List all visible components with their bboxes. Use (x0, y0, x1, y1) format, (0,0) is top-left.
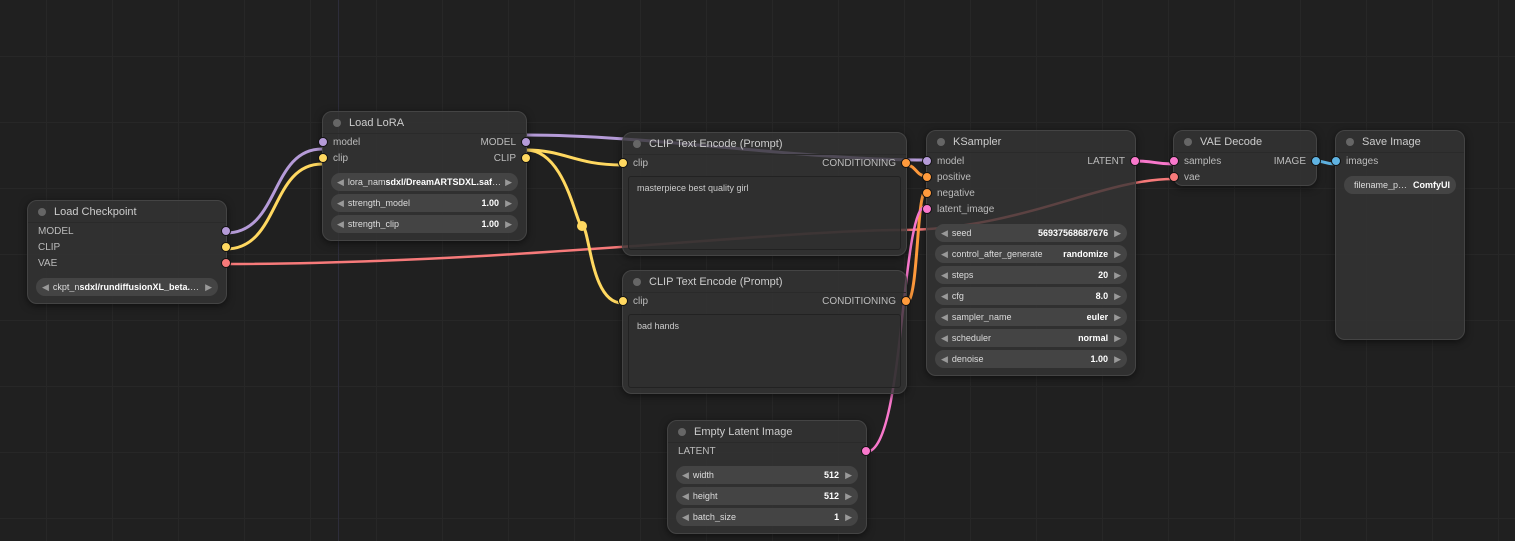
node-vae-decode[interactable]: VAE Decode samples IMAGE vae (1173, 130, 1317, 186)
widget-scheduler[interactable]: ◀schedulernormal▶ (935, 329, 1127, 347)
port-clip[interactable] (221, 242, 231, 252)
widget-seed[interactable]: ◀seed56937568687676▶ (935, 224, 1127, 242)
widget-cfg[interactable]: ◀cfg8.0▶ (935, 287, 1127, 305)
input-clip-label: clip (633, 296, 648, 307)
node-title: VAE Decode (1200, 136, 1262, 148)
port-latent[interactable] (1130, 156, 1140, 166)
chevron-right-icon: ▶ (205, 282, 212, 293)
output-clip-label: CLIP (38, 242, 60, 253)
widget-ckpt-name[interactable]: ◀ ckpt_nsdxl/rundiffusionXL_beta.safeten… (36, 278, 218, 296)
output-image-label: IMAGE (1274, 156, 1306, 167)
port-clip-in[interactable] (618, 296, 628, 306)
port-clip-in[interactable] (618, 158, 628, 168)
node-empty-latent-image[interactable]: Empty Latent Image LATENT ◀width512▶ ◀he… (667, 420, 867, 534)
port-latent-in[interactable] (922, 204, 932, 214)
port-model[interactable] (922, 156, 932, 166)
node-load-lora[interactable]: Load LoRA model MODEL clip CLIP ◀lora_nams… (322, 111, 527, 241)
widget-height[interactable]: ◀height512▶ (676, 487, 858, 505)
input-model-label: model (937, 156, 964, 167)
input-images-label: images (1346, 156, 1378, 167)
prompt-textarea[interactable]: bad hands (628, 314, 901, 388)
output-conditioning-label: CONDITIONING (822, 158, 896, 169)
port-vae[interactable] (221, 258, 231, 268)
node-title: Save Image (1362, 136, 1421, 148)
port-model-out[interactable] (521, 137, 531, 147)
widget-denoise[interactable]: ◀denoise1.00▶ (935, 350, 1127, 368)
widget-filename-prefix[interactable]: filename_prefixComfyUI (1344, 176, 1456, 194)
widget-batch-size[interactable]: ◀batch_size1▶ (676, 508, 858, 526)
node-clip-text-encode-negative[interactable]: CLIP Text Encode (Prompt) clip CONDITIONI… (622, 270, 907, 394)
node-title: Load LoRA (349, 117, 404, 129)
node-clip-text-encode-positive[interactable]: CLIP Text Encode (Prompt) clip CONDITIONI… (622, 132, 907, 256)
output-latent-label: LATENT (678, 446, 716, 457)
prompt-textarea[interactable]: masterpiece best quality girl (628, 176, 901, 250)
port-conditioning-out[interactable] (901, 296, 911, 306)
port-model-in[interactable] (318, 137, 328, 147)
node-save-image[interactable]: Save Image images filename_prefixComfyUI (1335, 130, 1465, 340)
node-title: Empty Latent Image (694, 426, 792, 438)
port-samples[interactable] (1169, 156, 1179, 166)
widget-steps[interactable]: ◀steps20▶ (935, 266, 1127, 284)
input-positive-label: positive (937, 172, 971, 183)
input-clip-label: clip (333, 153, 348, 164)
output-conditioning-label: CONDITIONING (822, 296, 896, 307)
port-clip-in[interactable] (318, 153, 328, 163)
output-model-label: MODEL (38, 226, 74, 237)
output-vae-label: VAE (38, 258, 57, 269)
widget-lora-name[interactable]: ◀lora_namsdxl/DreamARTSDXL.safetensors▶ (331, 173, 518, 191)
input-clip-label: clip (633, 158, 648, 169)
node-title: CLIP Text Encode (Prompt) (649, 276, 783, 288)
node-title: CLIP Text Encode (Prompt) (649, 138, 783, 150)
input-vae-label: vae (1184, 172, 1200, 183)
output-latent-label: LATENT (1087, 156, 1125, 167)
widget-strength-clip[interactable]: ◀strength_clip1.00▶ (331, 215, 518, 233)
input-negative-label: negative (937, 188, 975, 199)
port-conditioning-out[interactable] (901, 158, 911, 168)
port-model[interactable] (221, 226, 231, 236)
port-latent[interactable] (861, 446, 871, 456)
port-image[interactable] (1311, 156, 1321, 166)
port-vae[interactable] (1169, 172, 1179, 182)
node-load-checkpoint[interactable]: Load Checkpoint MODEL CLIP VAE ◀ ckpt_ns… (27, 200, 227, 304)
node-title: Load Checkpoint (54, 206, 137, 218)
port-clip-out[interactable] (521, 153, 531, 163)
widget-width[interactable]: ◀width512▶ (676, 466, 858, 484)
port-images[interactable] (1331, 156, 1341, 166)
output-clip-label: CLIP (494, 153, 516, 164)
widget-control-after-generate[interactable]: ◀control_after_generaterandomize▶ (935, 245, 1127, 263)
widget-strength-model[interactable]: ◀strength_model1.00▶ (331, 194, 518, 212)
widget-sampler-name[interactable]: ◀sampler_nameeuler▶ (935, 308, 1127, 326)
port-positive[interactable] (922, 172, 932, 182)
chevron-left-icon: ◀ (42, 282, 49, 293)
output-model-label: MODEL (480, 137, 516, 148)
input-model-label: model (333, 137, 360, 148)
input-samples-label: samples (1184, 156, 1221, 167)
port-negative[interactable] (922, 188, 932, 198)
node-title: KSampler (953, 136, 1001, 148)
node-ksampler[interactable]: KSampler model LATENT positive negative l… (926, 130, 1136, 376)
input-latent-label: latent_image (937, 204, 994, 215)
